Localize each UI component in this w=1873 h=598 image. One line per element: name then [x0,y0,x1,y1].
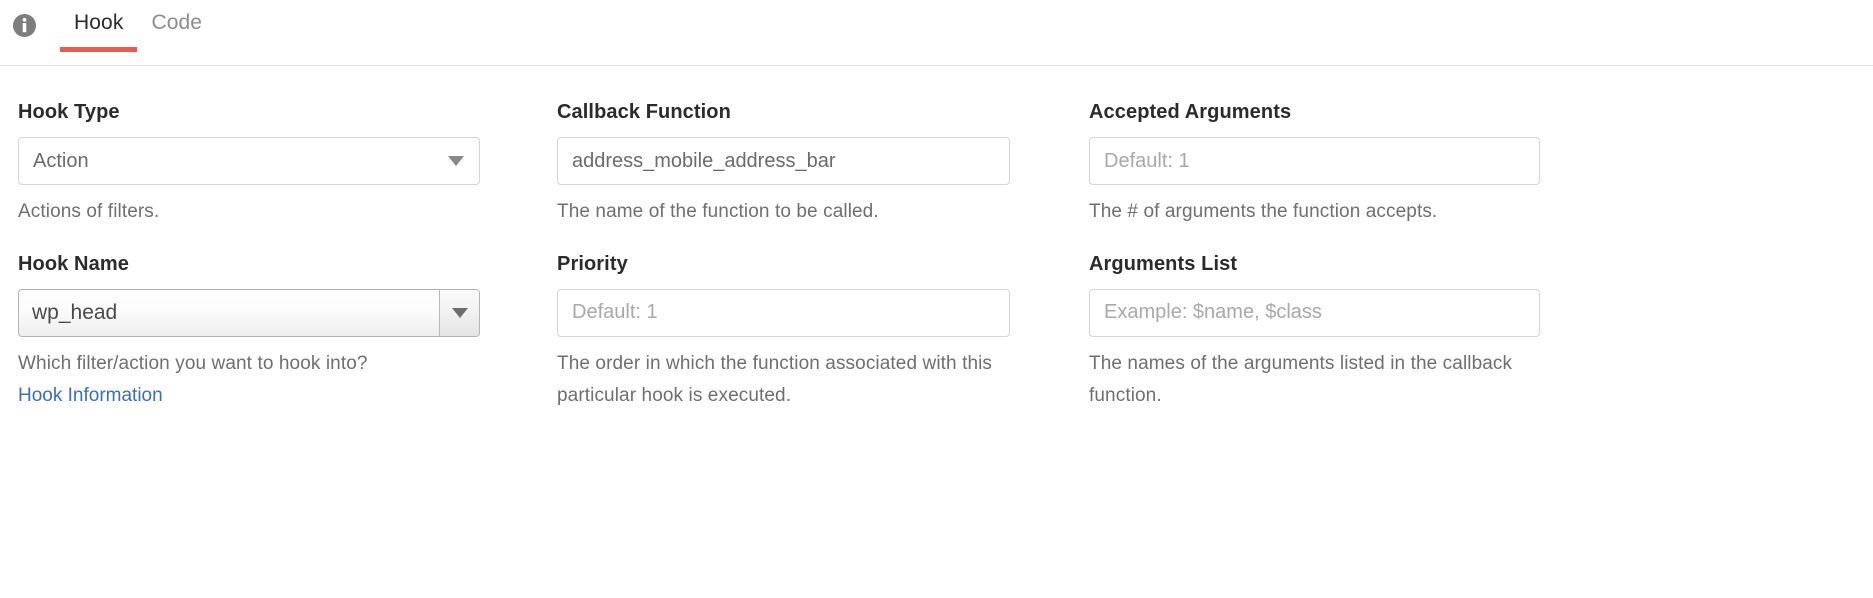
hook-type-help: Actions of filters. [18,201,160,222]
hook-name-select[interactable]: wp_head [18,288,480,337]
form-column-1: Hook Type Action Actions of filters. Hoo… [0,100,530,413]
hook-type-select[interactable]: Action [18,137,480,185]
info-circle-icon [11,13,37,39]
tab-strip: Hook Code [0,0,216,52]
hook-name-help: Which filter/action you want to hook int… [18,352,368,374]
form-grid: Hook Type Action Actions of filters. Hoo… [0,100,1873,413]
arguments-list-input[interactable] [1089,288,1540,337]
tab-hook[interactable]: Hook [60,1,138,52]
arguments-list-label: Arguments List [1089,252,1238,275]
tab-code[interactable]: Code [137,1,216,51]
field-hook-name: Hook Name wp_head Which filter/action yo… [18,252,480,413]
tab-code-label: Code [151,10,203,34]
callback-function-label: Callback Function [557,101,731,123]
field-callback-function: Callback Function The name of the functi… [557,100,1010,229]
accepted-arguments-label: Accepted Arguments [1089,101,1292,123]
field-priority: Priority The order in which the function… [557,252,1010,413]
chevron-down-icon [451,307,468,318]
accepted-arguments-input[interactable] [1089,137,1540,185]
form-column-3: Accepted Arguments The # of arguments th… [1060,100,1590,413]
hook-name-value[interactable]: wp_head [19,290,479,336]
priority-input[interactable] [557,288,1010,337]
callback-function-help: The name of the function to be called. [557,201,879,222]
arguments-list-help: The names of the arguments listed in the… [1089,352,1513,407]
priority-help: The order in which the function associat… [557,352,993,407]
form-column-2: Callback Function The name of the functi… [530,100,1060,413]
hook-name-dropdown-button[interactable] [439,289,479,336]
callback-function-input[interactable] [557,137,1010,185]
tab-active-underline [60,46,138,52]
hook-name-label: Hook Name [18,252,129,275]
tab-bar: Hook Code [0,0,1873,66]
hook-information-link[interactable]: Hook Information [18,380,163,413]
accepted-arguments-help: The # of arguments the function accepts. [1089,201,1438,222]
field-hook-type: Hook Type Action Actions of filters. [18,100,480,229]
field-arguments-list: Arguments List The names of the argument… [1089,252,1540,413]
priority-label: Priority [557,252,628,275]
hook-type-value[interactable]: Action [18,137,480,185]
field-accepted-arguments: Accepted Arguments The # of arguments th… [1089,100,1540,229]
tab-hook-label: Hook [74,10,124,34]
hook-type-label: Hook Type [18,101,120,123]
hook-settings-form: Hook Type Action Actions of filters. Hoo… [0,66,1873,413]
